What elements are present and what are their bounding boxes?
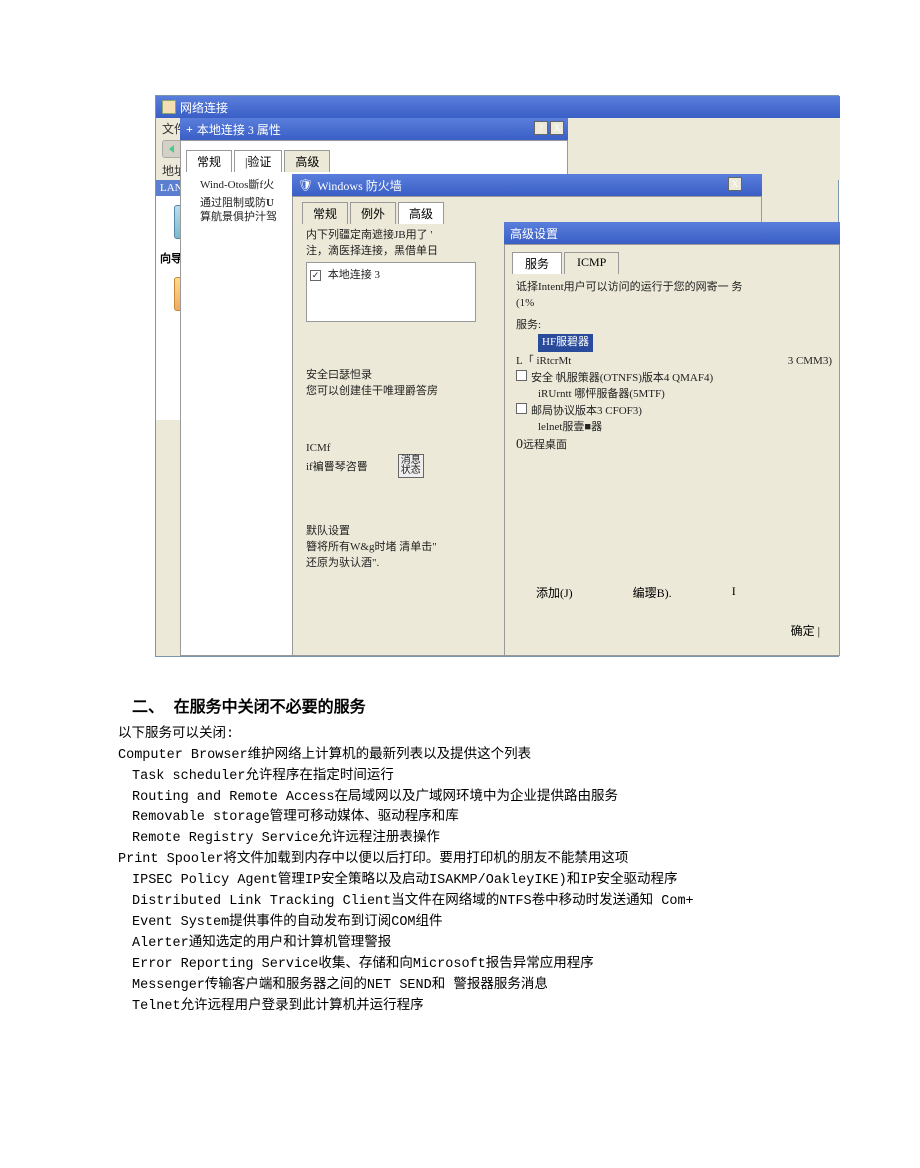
plus-icon: +	[186, 122, 193, 137]
doc-l4: Routing and Remote Access在局域网以及广域网环境中为企业…	[118, 788, 818, 809]
firewall-titlebar: 🛡 Windows 防火墙 X	[292, 174, 762, 196]
doc-l13: Messenger传输客户端和服务器之间的NET SEND和 警报器服务消息	[118, 976, 818, 997]
props-fw-line2: 通过阻制或防U	[200, 196, 274, 211]
adv-tab-icmp[interactable]: ICMP	[564, 252, 619, 274]
adv-tabs: 服务 ICMP	[512, 252, 621, 274]
doc-l2: Computer Browser维护网络上计算机的最新列表以及提供这个列表	[118, 746, 818, 767]
doc-l10: Event System提供事件的自动发布到订阅COM组件	[118, 913, 818, 934]
tab-advanced[interactable]: 高级	[284, 150, 330, 172]
svc-row2[interactable]: 安全 帆服策器(OTNFS)版本4 QMAF4)	[531, 372, 713, 384]
adv-titlebar: 高级设置	[504, 222, 840, 244]
checkbox-icon[interactable]	[516, 370, 527, 381]
doc-l1: 以下服务可以关闭:	[118, 725, 818, 746]
netconn-titlebar: 网络连接	[156, 96, 840, 118]
svc-row1b: 3 CMM3)	[788, 354, 832, 370]
doc-l6: Remote Registry Service允许远程注册表操作	[118, 829, 818, 850]
svc-row4[interactable]: 邮局协议版本3 CFOF3)	[531, 405, 642, 417]
conn-item[interactable]: 本地连接 3	[328, 269, 380, 281]
doc-l8: IPSEC Policy Agent管理IP安全策略以及启动ISAKMP/Oak…	[118, 871, 818, 892]
adv-hint2: (1%	[516, 296, 832, 312]
document-text: 二、 在服务中关闭不必要的服务 以下服务可以关闭: Computer Brows…	[118, 694, 818, 1018]
fw-tab-except[interactable]: 例外	[350, 202, 396, 224]
svc-selected[interactable]: HF服碧器	[538, 334, 593, 352]
section-heading: 二、 在服务中关闭不必要的服务	[132, 696, 818, 721]
add-button[interactable]: 添加(J)	[536, 584, 573, 601]
adv-title: 高级设置	[510, 227, 558, 241]
props-fw-line3: 算航景俱护汁驾	[200, 210, 277, 225]
doc-l9: Distributed Link Tracking Client当文件在网络域的…	[118, 892, 818, 913]
zero-prefix: 0	[516, 437, 523, 452]
screenshot-region: 网络连接 文件 (F 后退 地址 (D LAN 向导 + 本地连接 3 属性 ?…	[155, 95, 839, 657]
fw-tab-adv[interactable]: 高级	[398, 202, 444, 224]
svc-row3[interactable]: iRUrntt 哪怦服备器(5MTF)	[538, 387, 832, 403]
tab-auth[interactable]: |验证	[234, 150, 282, 172]
svc-row6[interactable]: 远程桌面	[523, 439, 567, 451]
firewall-close[interactable]: X	[728, 177, 742, 191]
props-title: 本地连接 3 属性	[197, 121, 281, 138]
icmp-text: if褊罾琴咨罾	[306, 458, 368, 474]
doc-l3: Task scheduler允许程序在指定时间运行	[118, 767, 818, 788]
netconn-title: 网络连接	[180, 99, 228, 116]
del-button[interactable]: I	[732, 584, 736, 601]
fw-tab-general[interactable]: 常规	[302, 202, 348, 224]
firewall-title: Windows 防火墙	[317, 177, 402, 194]
doc-l12: Error Reporting Service收集、存储和向Microsoft报…	[118, 955, 818, 976]
folder-icon	[162, 100, 176, 114]
svc-row1a[interactable]: L「 iRtcrMt	[516, 354, 571, 370]
edit-button[interactable]: 编璎B).	[633, 584, 672, 601]
connection-list[interactable]: ✓ 本地连接 3	[306, 262, 476, 322]
props-titlebar: + 本地连接 3 属性 ? X	[180, 118, 568, 140]
doc-l11: Alerter通知选定的用户和计算机管理警报	[118, 934, 818, 955]
svc-label: 服务:	[516, 318, 832, 334]
shield-icon: 🛡	[298, 178, 313, 193]
help-button[interactable]: ?	[534, 121, 548, 135]
stamp-icon: 消息 状态	[398, 454, 424, 478]
adv-inner: 诋择Intent用户可以访问的运行于您的网寄一 务 (1% 服务: HF服碧器 …	[516, 280, 832, 456]
tab-general[interactable]: 常规	[186, 150, 232, 172]
adv-tab-svc[interactable]: 服务	[512, 252, 562, 274]
props-tabs: 常规 |验证 高级	[186, 150, 332, 172]
ok-button[interactable]: 确定 |	[791, 622, 820, 639]
checkbox-icon[interactable]	[516, 403, 527, 414]
checkbox-icon[interactable]: ✓	[310, 270, 321, 281]
firewall-tabs: 常规 例外 高级	[302, 202, 446, 224]
adv-hint1: 诋择Intent用户可以访问的运行于您的网寄一 务	[516, 280, 832, 296]
props-fw-line1: Wind-Otos斷f火	[200, 178, 274, 193]
doc-l14: Telnet允许远程用户登录到此计算机并运行程序	[118, 997, 818, 1018]
back-icon[interactable]	[162, 140, 182, 158]
firewall-controls: X	[728, 177, 758, 191]
close-button[interactable]: X	[550, 121, 564, 135]
doc-l7: Print Spooler将文件加载到内存中以便以后打印。要用打印机的朋友不能禁…	[118, 850, 818, 871]
svc-row5[interactable]: lelnet服壹■器	[538, 420, 832, 436]
doc-l5: Removable storage管理可移动媒体、驱动程序和库	[118, 808, 818, 829]
window-controls: ? X	[534, 121, 564, 135]
adv-buttons: 添加(J) 编璎B). I	[536, 584, 836, 601]
